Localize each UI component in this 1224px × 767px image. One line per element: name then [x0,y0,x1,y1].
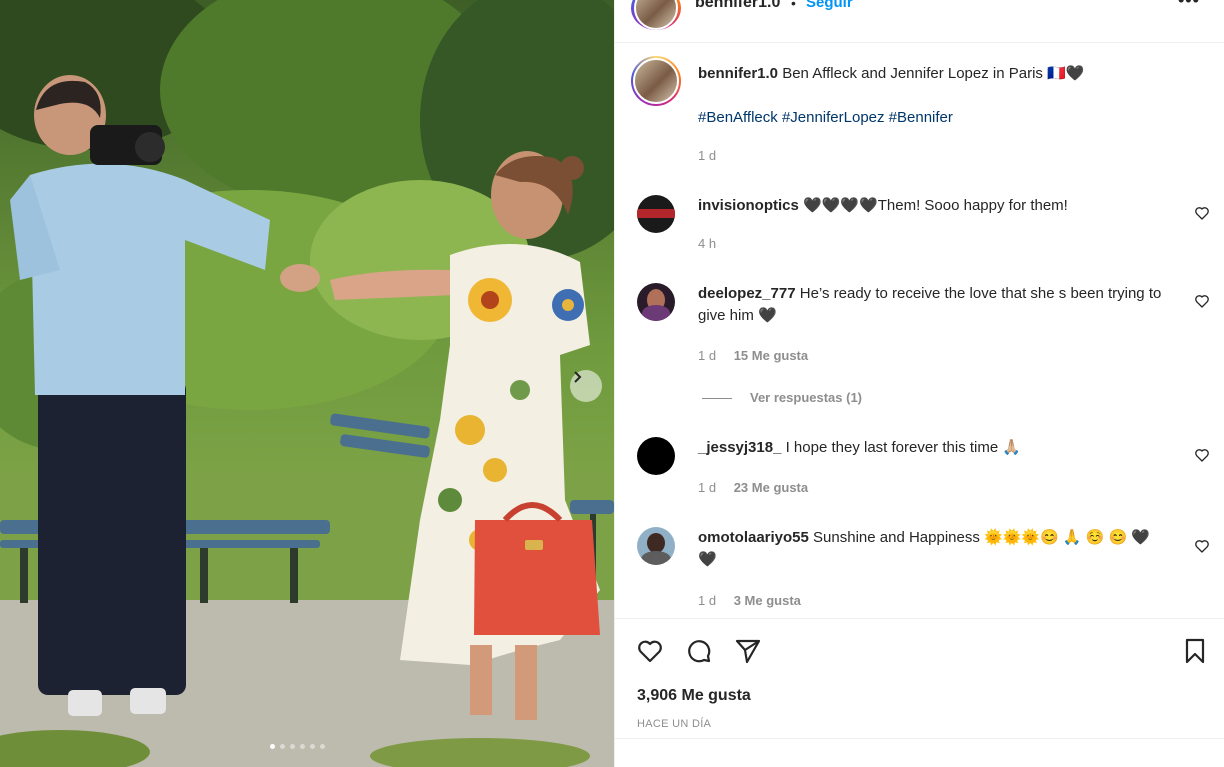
likes-count[interactable]: 3,906 Me gusta [637,687,751,705]
like-comment-heart-icon[interactable] [1194,538,1210,554]
bookmark-icon[interactable] [1181,637,1209,665]
comment-time[interactable]: 1 d [698,480,716,495]
follow-button[interactable]: Seguir [806,0,853,11]
comment-likes[interactable]: 3 Me gusta [734,593,801,608]
carousel-dot [280,744,285,749]
header-separator: • [791,0,796,11]
carousel-dot [300,744,305,749]
comment-time[interactable]: 4 h [698,236,716,251]
view-replies-label: Ver respuestas (1) [750,390,863,405]
comment-time[interactable]: 1 d [698,348,716,363]
post-photo[interactable] [0,0,614,767]
carousel-indicator [270,744,325,749]
comment-username[interactable]: omotolaariyo55 [698,529,809,546]
comment-avatar[interactable] [637,437,675,475]
carousel-dot [290,744,295,749]
author-username[interactable]: bennifer1.0 [695,0,780,12]
comment-icon[interactable] [685,637,713,665]
like-comment-heart-icon[interactable] [1194,205,1210,221]
send-icon[interactable] [734,637,762,665]
carousel-next-button[interactable] [570,370,602,402]
heart-icon[interactable] [636,637,664,665]
comment-text: 🖤🖤🖤🖤Them! Sooo happy for them! [803,197,1068,214]
comment-meta: 4 h [698,236,730,251]
post-header: bennifer1.0 • Seguir ••• [615,0,1224,43]
comment-likes[interactable]: 23 Me gusta [734,480,808,495]
post-actions: 3,906 Me gusta HACE UN DÍA [615,618,1224,739]
caption-hashtags-row: #BenAffleck #JenniferLopez #Bennifer [698,107,1168,129]
chevron-right-icon [574,371,582,383]
comment-time[interactable]: 1 d [698,593,716,608]
like-comment-heart-icon[interactable] [1194,447,1210,463]
comment-text: I hope they last forever this time 🙏🏼 [785,439,1022,456]
comment-username[interactable]: invisionoptics [698,197,799,214]
view-replies-button[interactable]: Ver respuestas (1) [702,390,862,405]
post-timestamp: HACE UN DÍA [637,718,712,730]
author-avatar[interactable] [631,0,681,30]
caption-text: bennifer1.0 Ben Affleck and Jennifer Lop… [698,63,1168,85]
carousel-dot [320,744,325,749]
comment-meta: 1 d 15 Me gusta [698,348,822,363]
photo-illustration [0,0,614,767]
caption-meta: 1 d [698,148,730,163]
carousel-dot [270,744,275,749]
comment: invisionoptics 🖤🖤🖤🖤Them! Sooo happy for … [698,195,1168,217]
comment-meta: 1 d 23 Me gusta [698,480,822,495]
comment-likes[interactable]: 15 Me gusta [734,348,808,363]
comment: _jessyj318_ I hope they last forever thi… [698,437,1168,459]
comment: omotolaariyo55 Sunshine and Happiness 🌞🌞… [698,527,1168,571]
caption-avatar[interactable] [631,56,681,106]
comment-meta: 1 d 3 Me gusta [698,593,815,608]
like-comment-heart-icon[interactable] [1194,293,1210,309]
caption-time[interactable]: 1 d [698,148,716,163]
more-options-icon[interactable]: ••• [1178,0,1200,11]
replies-divider [702,398,732,400]
comment-avatar[interactable] [637,527,675,565]
comment-avatar[interactable] [637,195,675,233]
post-details-panel: bennifer1.0 • Seguir ••• bennifer1.0 Ben… [614,0,1224,767]
caption-username[interactable]: bennifer1.0 [698,65,778,82]
comment: deelopez_777 He’s ready to receive the l… [698,283,1168,327]
comment-avatar[interactable] [637,283,675,321]
caption-hashtags[interactable]: #BenAffleck #JenniferLopez #Bennifer [698,109,953,126]
divider [615,738,1224,739]
caption-body: Ben Affleck and Jennifer Lopez in Paris … [782,65,1085,82]
comment-username[interactable]: deelopez_777 [698,285,796,302]
comment-username[interactable]: _jessyj318_ [698,439,781,456]
carousel-dot [310,744,315,749]
